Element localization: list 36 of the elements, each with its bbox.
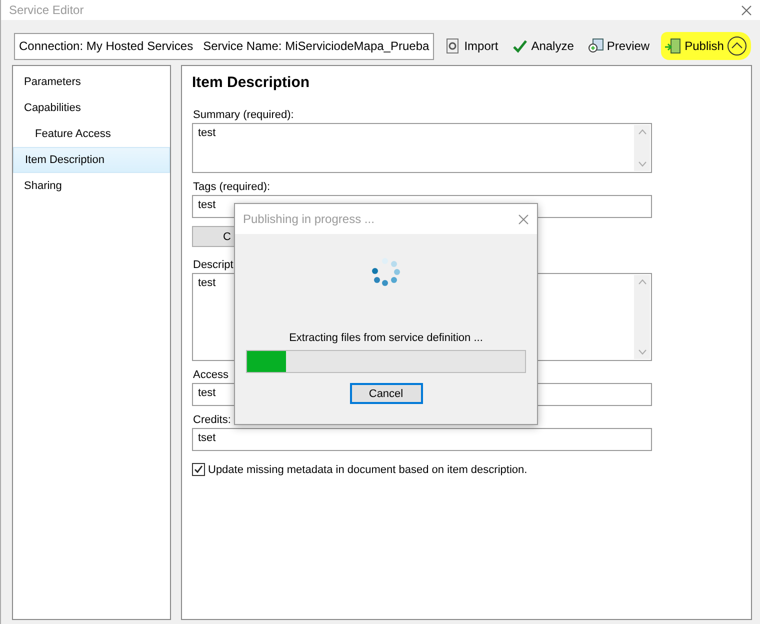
checkbox-label: Update missing metadata in document based on item description. [208,464,528,476]
sidebar-item[interactable]: Capabilities [13,95,170,121]
toolbar-button[interactable]: Preview [584,32,653,60]
close-icon[interactable] [518,214,529,224]
toolbar-button[interactable]: Analyze [509,32,577,60]
gear-document-icon [445,38,462,54]
window-title: Service Editor [9,3,84,17]
field-label: Descript [193,259,234,271]
cancel-button[interactable]: Cancel [350,383,422,404]
magnifier-map-icon [588,38,604,54]
status-message: Extracting files from service definition ... [289,332,483,344]
field-label: Tags (required): [193,181,270,193]
input-field[interactable]: tset [192,428,652,451]
toolbar-button[interactable]: Publish [660,32,727,60]
scroll-up-icon[interactable] [638,279,646,285]
sidebar-item[interactable]: Sharing [13,173,170,199]
text-area[interactable]: test [192,123,652,173]
collapse-icon[interactable] [726,36,747,56]
close-icon[interactable] [741,4,752,16]
scroll-down-icon[interactable] [638,161,646,167]
connection-field[interactable]: Connection: My Hosted Services Service Name: MiServiciodeMapa_Prueba [14,32,434,60]
sidebar-item[interactable]: Item Description [13,147,170,173]
checkmark-icon [512,38,528,54]
dialog-title: Publishing in progress ... [243,212,374,226]
scroll-up-icon[interactable] [638,129,646,135]
section-heading: Item Description [192,74,311,91]
scroll-down-icon[interactable] [638,349,646,355]
loading-spinner-icon [371,256,401,288]
sidebar-item[interactable]: Parameters [13,69,170,95]
building-arrow-icon [664,38,682,54]
field-label: Credits: [193,414,231,426]
field-label: Summary (required): [193,109,294,121]
checkbox[interactable] [192,463,205,476]
field-label: Access [193,369,228,381]
toolbar-button[interactable]: Import [442,32,502,60]
sidebar-item[interactable]: Feature Access [13,121,170,147]
